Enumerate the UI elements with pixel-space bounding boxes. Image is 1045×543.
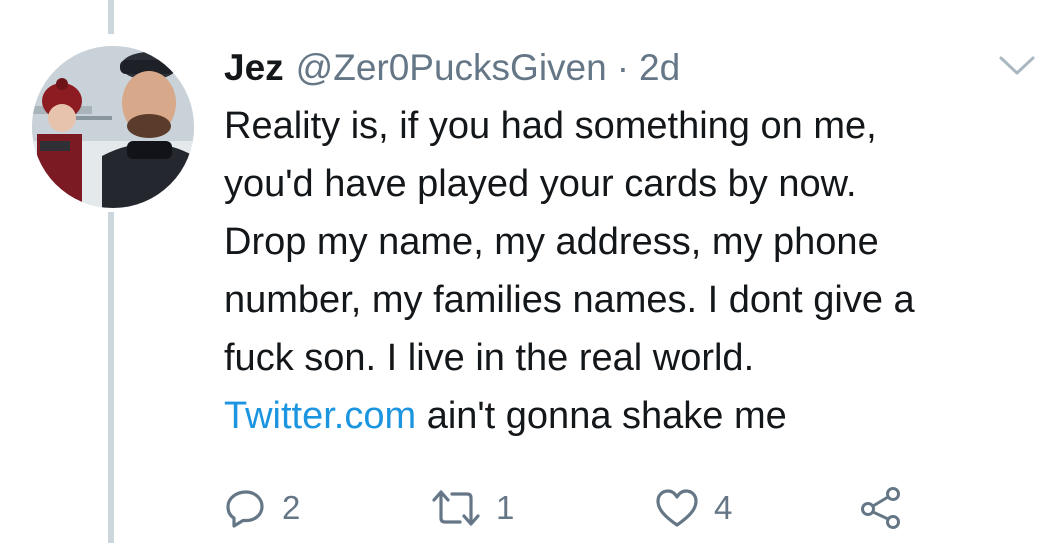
- tweet-header: Jez @Zer0PucksGiven · 2d: [224, 44, 680, 92]
- like-count: 4: [714, 489, 733, 526]
- tweet-text-line: Reality is, if you had something on me,: [224, 105, 877, 147]
- heart-icon: [654, 486, 700, 530]
- author-handle[interactable]: @Zer0PucksGiven: [296, 47, 607, 89]
- reply-icon: [224, 486, 268, 530]
- chevron-down-icon[interactable]: [998, 54, 1036, 78]
- reply-count: 2: [282, 489, 301, 526]
- tweet-text-line: Drop my name, my address, my phone: [224, 221, 879, 263]
- tweet-actions: 2 1 4: [224, 484, 924, 532]
- tweet-text-line: number, my families names. I dont give a: [224, 279, 915, 321]
- retweet-count: 1: [496, 489, 515, 526]
- tweet-text: Reality is, if you had something on me, …: [224, 97, 1039, 445]
- thread-line-bottom: [108, 212, 114, 543]
- author-name[interactable]: Jez: [224, 47, 284, 89]
- tweet-text-line: you'd have played your cards by now.: [224, 163, 857, 205]
- retweet-button[interactable]: 1: [430, 484, 514, 532]
- reply-button[interactable]: 2: [224, 484, 300, 532]
- tweet-text-line: fuck son. I live in the real world.: [224, 337, 755, 379]
- header-separator: ·: [616, 47, 630, 88]
- retweet-icon: [430, 486, 482, 530]
- tweet-link[interactable]: Twitter.com: [224, 395, 416, 437]
- like-button[interactable]: 4: [654, 484, 732, 532]
- avatar-photo: [32, 46, 194, 208]
- avatar[interactable]: [32, 46, 194, 208]
- thread-line-top: [108, 0, 114, 34]
- share-icon: [858, 485, 904, 531]
- tweet-timestamp[interactable]: 2d: [639, 47, 680, 89]
- tweet-text-line: ain't gonna shake me: [416, 395, 787, 437]
- share-button[interactable]: [858, 484, 904, 532]
